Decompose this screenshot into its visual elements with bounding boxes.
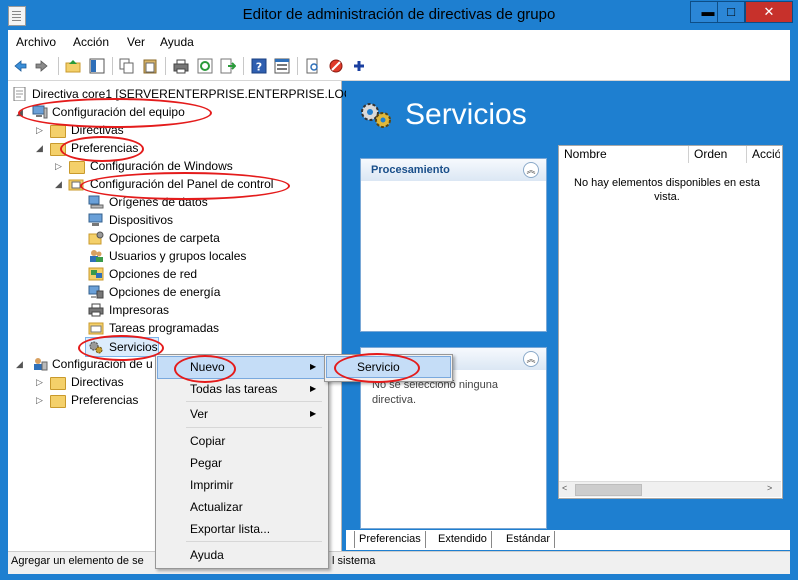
menu-item-ayuda[interactable]: Ayuda [190, 548, 224, 562]
tree-item-opciones-red[interactable]: Opciones de red [88, 265, 288, 283]
menu-accion[interactable]: Acción [73, 35, 109, 49]
devices-icon [88, 213, 103, 226]
close-button[interactable]: ✕ [745, 1, 793, 23]
copy-icon[interactable] [119, 58, 135, 74]
stop-icon[interactable] [328, 58, 344, 74]
tab-extendido[interactable]: Extendido [434, 531, 492, 548]
expand-arrow-icon[interactable]: ▷ [36, 373, 46, 391]
services-heading: Servicios [405, 98, 527, 131]
menu-archivo[interactable]: Archivo [16, 35, 56, 49]
menu-item-imprimir[interactable]: Imprimir [190, 478, 233, 492]
users-icon [90, 250, 103, 262]
annotation-ring [78, 335, 164, 361]
menu-bar [8, 30, 790, 53]
column-accion[interactable]: Acció [747, 146, 780, 163]
paste-icon[interactable] [142, 58, 158, 74]
folder-icon [50, 395, 66, 408]
no-policy-text: No se seleccionó ninguna directiva. [372, 379, 498, 406]
scroll-right-icon[interactable]: > [767, 483, 772, 493]
printer-icon [88, 303, 104, 317]
policy-document-icon [13, 87, 26, 101]
column-orden[interactable]: Orden [689, 146, 747, 163]
submenu-arrow-icon: ▶ [310, 362, 317, 371]
toolbar-separator [165, 57, 166, 75]
folder-options-icon [88, 231, 104, 245]
toolbar-separator [112, 57, 113, 75]
folder-icon [69, 161, 85, 174]
window-title: Editor de administración de directivas d… [242, 6, 556, 23]
processing-panel-title: Procesamiento [371, 164, 450, 176]
collapse-arrow-icon[interactable]: ◢ [16, 355, 26, 373]
processing-panel [360, 158, 547, 332]
column-nombre[interactable]: Nombre [559, 146, 689, 163]
menu-item-todas-tareas[interactable]: Todas las tareas [190, 382, 277, 396]
user-icon [34, 358, 48, 371]
show-tree-icon[interactable] [89, 58, 105, 74]
scrollbar-thumb[interactable] [575, 484, 642, 496]
export-list-icon[interactable] [220, 58, 236, 74]
folder-icon [50, 377, 66, 390]
tree-item-opciones-carpeta[interactable]: Opciones de carpeta [88, 229, 288, 247]
submenu-arrow-icon: ▶ [310, 384, 317, 393]
status-text: Agregar un elemento de se [11, 555, 144, 567]
tree-item-dispositivos[interactable]: Dispositivos [88, 211, 288, 229]
menu-item-pegar[interactable]: Pegar [190, 456, 222, 470]
back-icon[interactable] [12, 58, 28, 74]
menu-item-copiar[interactable]: Copiar [190, 434, 225, 448]
annotation-ring [334, 353, 420, 383]
menu-item-actualizar[interactable]: Actualizar [190, 500, 243, 514]
collapse-arrow-icon[interactable]: ◢ [55, 175, 65, 193]
folder-icon [50, 125, 66, 138]
menu-ayuda[interactable]: Ayuda [160, 35, 194, 49]
submenu-arrow-icon: ▶ [310, 409, 317, 418]
tree-item-opciones-energia[interactable]: Opciones de energía [88, 283, 288, 301]
refresh-icon[interactable] [197, 58, 213, 74]
forward-icon[interactable] [34, 58, 50, 74]
annotation-ring [60, 136, 144, 162]
power-options-icon [88, 285, 104, 299]
toolbar-separator [58, 57, 59, 75]
toolbar-separator [243, 57, 244, 75]
services-gears-icon [361, 103, 391, 128]
collapse-arrow-icon[interactable]: ◢ [36, 139, 46, 157]
annotation-ring [174, 355, 236, 383]
scheduled-tasks-icon [88, 322, 104, 335]
tree-user-preferencias[interactable]: ▷ Preferencias [36, 391, 166, 409]
add-icon[interactable] [351, 58, 367, 74]
up-folder-icon[interactable] [65, 58, 81, 74]
tree-item-usuarios[interactable]: Usuarios y grupos locales [88, 247, 308, 265]
menu-separator [186, 427, 322, 428]
annotation-ring [18, 98, 212, 128]
svg-text:?: ? [256, 61, 262, 74]
maximize-button[interactable]: □ [717, 1, 745, 23]
help-icon[interactable]: ? [251, 58, 267, 74]
tree-item-impresoras[interactable]: Impresoras [88, 301, 288, 319]
expand-arrow-icon[interactable]: ▷ [36, 121, 46, 139]
expand-arrow-icon[interactable]: ▷ [36, 391, 46, 409]
menu-item-exportar[interactable]: Exportar lista... [190, 522, 270, 536]
toolbar-separator [297, 57, 298, 75]
status-text-right: l sistema [332, 555, 376, 567]
tab-preferencias[interactable]: Preferencias [354, 531, 426, 548]
collapse-panel-button[interactable]: ︽ [523, 351, 539, 367]
expand-arrow-icon[interactable]: ▷ [55, 157, 65, 175]
data-sources-icon [88, 195, 104, 209]
properties-icon[interactable] [274, 58, 290, 74]
empty-list-message: No hay elementos disponibles en esta vis… [574, 177, 760, 203]
tree-user-directivas[interactable]: ▷ Directivas [36, 373, 166, 391]
print-icon[interactable] [173, 58, 189, 74]
menu-separator [186, 401, 322, 402]
menu-item-ver[interactable]: Ver [190, 407, 208, 421]
scroll-left-icon[interactable]: < [562, 483, 567, 493]
document-search-icon[interactable] [305, 58, 321, 74]
menu-separator [186, 541, 322, 542]
network-options-icon [88, 267, 104, 281]
collapse-panel-button[interactable]: ︽ [523, 162, 539, 178]
menu-ver[interactable]: Ver [127, 35, 145, 49]
tab-estandar[interactable]: Estándar [502, 531, 556, 548]
annotation-ring [80, 172, 290, 200]
